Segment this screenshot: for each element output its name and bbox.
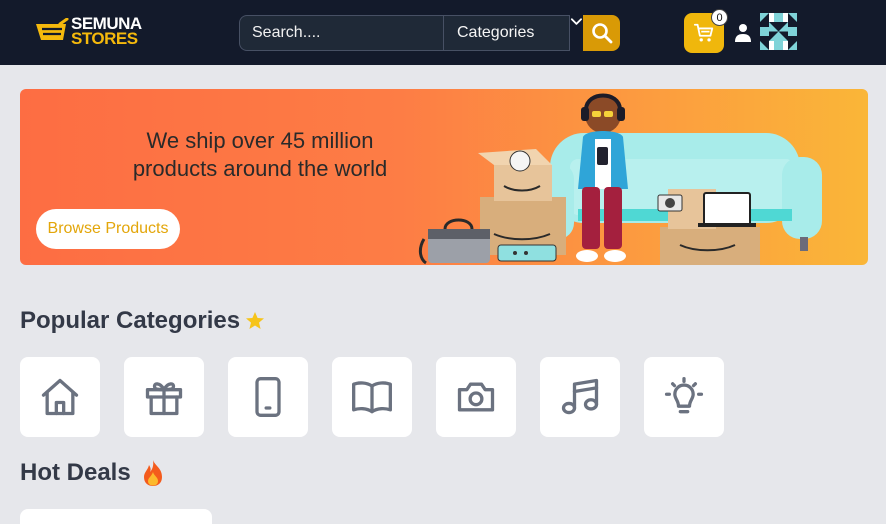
hot-deals-heading: Hot Deals: [20, 459, 131, 486]
deal-card[interactable]: [20, 509, 212, 524]
store-logo[interactable]: SEMUNA STORES: [34, 14, 159, 54]
category-gifts[interactable]: [124, 357, 204, 437]
category-list: [20, 357, 724, 437]
cart-icon: [693, 23, 714, 42]
category-dropdown-label: Categories: [457, 24, 535, 41]
category-lighting[interactable]: [644, 357, 724, 437]
banner-headline-line-1: We ship over 45 million: [146, 128, 374, 153]
banner-headline: We ship over 45 million products around …: [125, 127, 395, 183]
bag-illustration: [418, 218, 490, 265]
book-icon: [352, 381, 392, 414]
search-input[interactable]: [239, 15, 443, 51]
camera-icon: [457, 382, 495, 412]
hero-banner: We ship over 45 million products around …: [20, 89, 868, 265]
chevron-down-icon: [571, 18, 583, 25]
smartphone-icon: [255, 377, 281, 417]
category-home[interactable]: [20, 357, 100, 437]
device-illustration: [497, 244, 557, 262]
category-dropdown[interactable]: Categories: [443, 15, 571, 51]
category-phones[interactable]: [228, 357, 308, 437]
person-illustration: [576, 93, 628, 262]
user-icon[interactable]: [734, 23, 752, 43]
category-music[interactable]: [540, 357, 620, 437]
search-icon: [591, 23, 612, 44]
banner-illustration: [418, 93, 822, 265]
category-books[interactable]: [332, 357, 412, 437]
lightbulb-icon: [664, 377, 704, 414]
banner-headline-line-2: products around the world: [132, 156, 388, 181]
logo-cart-icon: [36, 18, 69, 40]
popular-categories-heading: Popular Categories: [20, 307, 241, 334]
avatar[interactable]: [760, 13, 797, 50]
laptop-illustration: [698, 192, 756, 227]
search-bar: Categories: [239, 15, 620, 51]
camera-illustration: [657, 194, 683, 212]
logo-line-2: STORES: [71, 29, 138, 48]
cart-count-badge: 0: [711, 9, 728, 26]
search-button[interactable]: [583, 15, 620, 51]
fire-icon: [144, 460, 162, 486]
category-cameras[interactable]: [436, 357, 516, 437]
star-icon: [246, 312, 264, 329]
gift-icon: [145, 382, 183, 416]
browse-products-button[interactable]: Browse Products: [36, 209, 180, 249]
music-icon: [561, 378, 599, 415]
top-navbar: SEMUNA STORES Categories 0: [0, 0, 886, 65]
logo-wordmark: SEMUNA STORES: [71, 15, 142, 48]
home-icon: [41, 378, 79, 416]
